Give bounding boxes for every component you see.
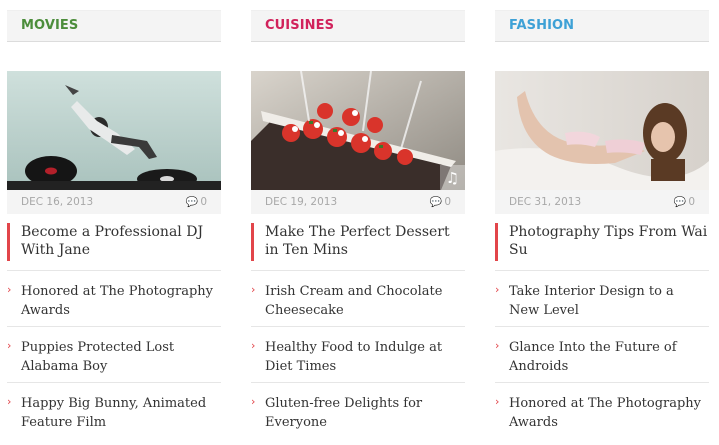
chevron-right-icon: › [251,283,256,296]
category-header: MOVIES [7,10,221,42]
list-item-link[interactable]: Puppies Protected Lost Alabama Boy [21,338,219,376]
list-item-link[interactable]: Healthy Food to Indulge at Diet Times [265,338,463,376]
list-item-link[interactable]: Glance Into the Future of Androids [509,338,707,376]
list-item: › Healthy Food to Indulge at Diet Times [251,326,465,382]
list-item: › Honored at The Photography Awards [495,382,709,438]
list-item-link[interactable]: Honored at The Photography Awards [21,282,219,320]
music-note-icon: ♫ [440,165,465,190]
comment-icon: 💬 [185,197,199,208]
post-meta: DEC 31, 2013 💬 0 [495,190,709,214]
list-item: › Puppies Protected Lost Alabama Boy [7,326,221,382]
related-posts-list: › Irish Cream and Chocolate Cheesecake ›… [251,270,465,438]
category-title[interactable]: MOVIES [7,11,221,33]
list-item-link[interactable]: Happy Big Bunny, Animated Feature Film [21,394,219,432]
featured-headline: Become a Professional DJ With Jane [7,223,221,261]
post-meta: DEC 19, 2013 💬 0 [251,190,465,214]
list-item-link[interactable]: Gluten-free Delights for Everyone [265,394,463,432]
featured-headline: Photography Tips From Wai Su [495,223,709,261]
category-column-cuisines: CUISINES ♫ DEC 19, 2013 💬 0 Make The Per… [251,10,465,430]
post-date: DEC 31, 2013 [509,196,582,208]
category-header: CUISINES [251,10,465,42]
category-column-movies: MOVIES DEC 16, 2013 💬 0 Become a Profess… [7,10,221,430]
category-title[interactable]: FASHION [495,11,709,33]
chevron-right-icon: › [251,395,256,408]
featured-headline: Make The Perfect Dessert in Ten Mins [251,223,465,261]
list-item-link[interactable]: Take Interior Design to a New Level [509,282,707,320]
list-item: › Glance Into the Future of Androids [495,326,709,382]
chevron-right-icon: › [495,395,500,408]
comment-icon: 💬 [429,197,443,208]
featured-headline-link[interactable]: Make The Perfect Dessert in Ten Mins [265,223,465,259]
featured-headline-link[interactable]: Become a Professional DJ With Jane [21,223,221,259]
chevron-right-icon: › [7,283,12,296]
featured-image[interactable]: ♫ [251,71,465,190]
chevron-right-icon: › [495,283,500,296]
featured-headline-link[interactable]: Photography Tips From Wai Su [509,223,709,259]
chevron-right-icon: › [495,339,500,352]
comment-count[interactable]: 💬 0 [674,196,695,208]
post-meta: DEC 16, 2013 💬 0 [7,190,221,214]
featured-image[interactable] [7,71,221,190]
post-date: DEC 16, 2013 [21,196,94,208]
comment-count[interactable]: 💬 0 [430,196,451,208]
comment-count[interactable]: 💬 0 [186,196,207,208]
list-item: › Honored at The Photography Awards [7,270,221,326]
chevron-right-icon: › [251,339,256,352]
comment-icon: 💬 [673,197,687,208]
post-date: DEC 19, 2013 [265,196,338,208]
list-item-link[interactable]: Irish Cream and Chocolate Cheesecake [265,282,463,320]
list-item: › Happy Big Bunny, Animated Feature Film [7,382,221,438]
chevron-right-icon: › [7,339,12,352]
chevron-right-icon: › [7,395,12,408]
list-item: › Gluten-free Delights for Everyone [251,382,465,438]
list-item: › Irish Cream and Chocolate Cheesecake [251,270,465,326]
featured-image[interactable] [495,71,709,190]
list-item-link[interactable]: Honored at The Photography Awards [509,394,707,432]
category-column-fashion: FASHION DEC 31, 2013 💬 0 Photography Tip… [495,10,709,430]
category-title[interactable]: CUISINES [251,11,465,33]
related-posts-list: › Take Interior Design to a New Level › … [495,270,709,438]
list-item: › Take Interior Design to a New Level [495,270,709,326]
related-posts-list: › Honored at The Photography Awards › Pu… [7,270,221,438]
category-header: FASHION [495,10,709,42]
